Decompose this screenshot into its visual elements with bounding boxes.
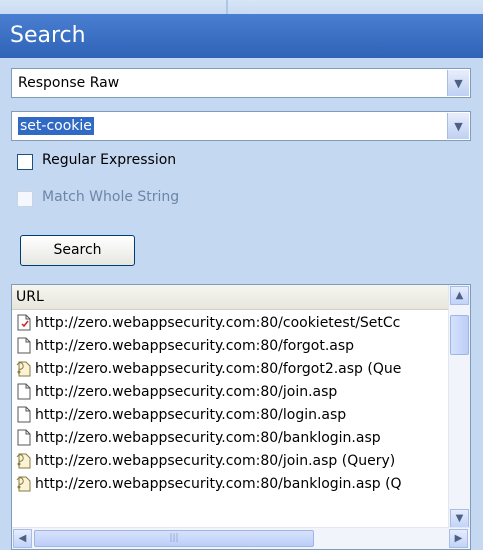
url-text: http://zero.webappsecurity.com:80/forgot… bbox=[35, 360, 402, 377]
results-list[interactable]: URL http://zero.webappsecurity.com:80/co… bbox=[11, 284, 471, 550]
scroll-up-icon[interactable]: ▲ bbox=[450, 286, 469, 305]
page-icon bbox=[15, 405, 33, 425]
match-whole-checkbox bbox=[17, 191, 33, 207]
url-text: http://zero.webappsecurity.com:80/join.a… bbox=[35, 383, 338, 400]
page-icon bbox=[15, 428, 33, 448]
url-text: http://zero.webappsecurity.com:80/forgot… bbox=[35, 337, 355, 354]
chevron-down-icon[interactable]: ▼ bbox=[447, 70, 469, 96]
list-item[interactable]: http://zero.webappsecurity.com:80/login.… bbox=[12, 403, 449, 426]
results-rows: http://zero.webappsecurity.com:80/cookie… bbox=[12, 311, 449, 529]
scroll-down-icon[interactable]: ▼ bbox=[450, 509, 469, 528]
regex-checkbox[interactable] bbox=[17, 154, 33, 170]
scroll-left-icon[interactable]: ◀ bbox=[13, 529, 32, 548]
list-item[interactable]: http://zero.webappsecurity.com:80/banklo… bbox=[12, 426, 449, 449]
query-page-icon bbox=[15, 359, 33, 379]
url-text: http://zero.webappsecurity.com:80/join.a… bbox=[35, 452, 396, 469]
chevron-down-icon[interactable]: ▼ bbox=[447, 113, 469, 139]
page-cookie-icon bbox=[15, 313, 33, 333]
page-icon bbox=[15, 336, 33, 356]
list-item[interactable]: http://zero.webappsecurity.com:80/forgot… bbox=[12, 334, 449, 357]
regex-label[interactable]: Regular Expression bbox=[42, 152, 176, 168]
url-column-header[interactable]: URL bbox=[12, 285, 449, 310]
url-text: http://zero.webappsecurity.com:80/login.… bbox=[35, 406, 347, 423]
horizontal-scrollbar[interactable]: ◀ ||| ▶ bbox=[12, 527, 470, 549]
match-whole-label: Match Whole String bbox=[42, 189, 180, 205]
list-item[interactable]: http://zero.webappsecurity.com:80/forgot… bbox=[12, 357, 449, 380]
search-button[interactable]: Search bbox=[20, 235, 135, 266]
vertical-scroll-thumb[interactable] bbox=[450, 315, 469, 355]
list-item[interactable]: http://zero.webappsecurity.com:80/cookie… bbox=[12, 311, 449, 334]
panel-title: Search bbox=[0, 14, 483, 58]
search-term-combo[interactable]: set-cookie ▼ bbox=[11, 111, 471, 141]
list-item[interactable]: http://zero.webappsecurity.com:80/join.a… bbox=[12, 449, 449, 472]
page-icon bbox=[15, 382, 33, 402]
scroll-right-icon[interactable]: ▶ bbox=[449, 529, 468, 548]
horizontal-scroll-thumb[interactable]: ||| bbox=[34, 530, 314, 547]
tab-separator bbox=[226, 0, 228, 14]
list-item[interactable]: http://zero.webappsecurity.com:80/banklo… bbox=[12, 472, 449, 495]
query-page-icon bbox=[15, 474, 33, 494]
search-in-value: Response Raw bbox=[18, 75, 120, 91]
url-text: http://zero.webappsecurity.com:80/banklo… bbox=[35, 475, 402, 492]
top-tab-strip bbox=[0, 0, 483, 14]
vertical-scrollbar[interactable]: ▲ ▼ bbox=[448, 285, 470, 529]
url-text: http://zero.webappsecurity.com:80/cookie… bbox=[35, 314, 401, 331]
search-in-dropdown[interactable]: Response Raw ▼ bbox=[11, 68, 471, 98]
list-item[interactable]: http://zero.webappsecurity.com:80/join.a… bbox=[12, 380, 449, 403]
search-term-value[interactable]: set-cookie bbox=[18, 117, 94, 135]
url-text: http://zero.webappsecurity.com:80/banklo… bbox=[35, 429, 381, 446]
query-page-icon bbox=[15, 451, 33, 471]
